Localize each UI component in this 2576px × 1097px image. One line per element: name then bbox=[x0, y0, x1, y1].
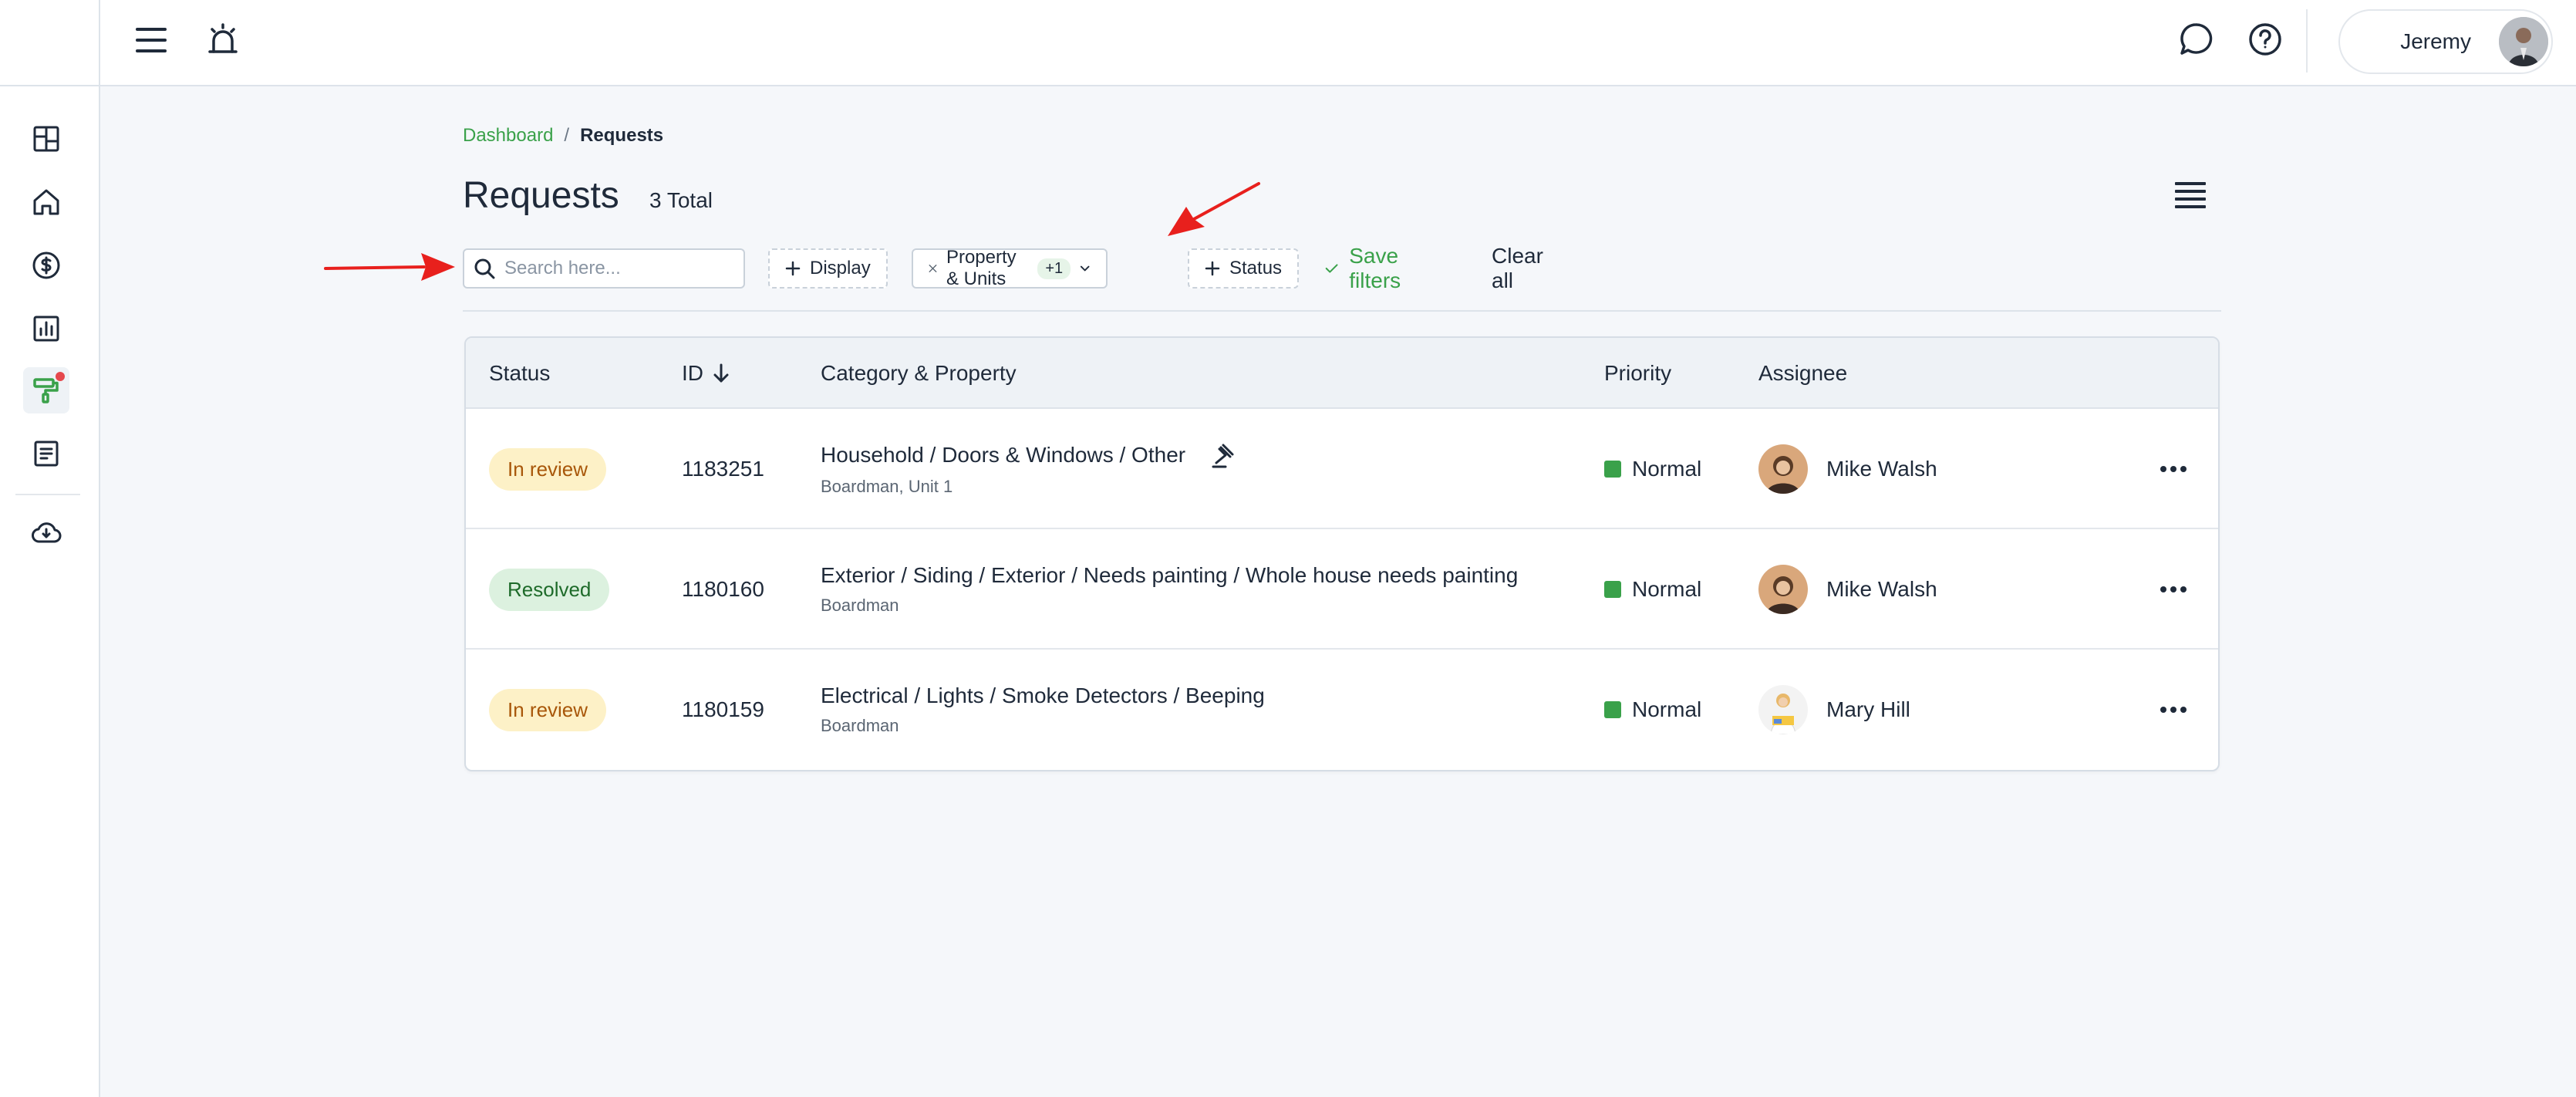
user-menu[interactable]: Jeremy bbox=[2338, 9, 2553, 74]
display-filter-label: Display bbox=[810, 258, 871, 278]
top-bar: Jeremy bbox=[0, 0, 2576, 86]
close-icon[interactable] bbox=[929, 262, 937, 275]
priority-indicator bbox=[1604, 461, 1621, 478]
property-units-label: Property & Units bbox=[946, 247, 1017, 289]
request-id: 1183251 bbox=[682, 457, 764, 481]
clear-all-button[interactable]: Clear all bbox=[1492, 244, 1543, 292]
plus-icon bbox=[1205, 261, 1220, 276]
logo-cell bbox=[0, 0, 100, 86]
assignee-avatar bbox=[1758, 685, 1808, 734]
priority-label: Normal bbox=[1632, 577, 1702, 601]
request-id: 1180159 bbox=[682, 697, 764, 721]
request-category[interactable]: Exterior / Siding / Exterior / Needs pai… bbox=[821, 563, 1518, 588]
chevron-down-icon[interactable] bbox=[1080, 263, 1090, 274]
requests-table: Status ID Category & Property Priority A… bbox=[464, 336, 2220, 771]
request-property: Boardman bbox=[821, 716, 899, 735]
priority-indicator bbox=[1604, 701, 1621, 718]
table-header: Status ID Category & Property Priority A… bbox=[466, 338, 2218, 409]
assignee-name: Mike Walsh bbox=[1826, 577, 1937, 601]
breadcrumb-separator: / bbox=[564, 125, 570, 146]
table-row[interactable]: In review 1183251 Household / Doors & Wi… bbox=[466, 409, 2218, 529]
question-circle-icon[interactable] bbox=[2246, 20, 2284, 59]
assignee-name: Mary Hill bbox=[1826, 697, 1910, 721]
status-badge: Resolved bbox=[489, 568, 610, 611]
save-filters-label: Save filters bbox=[1349, 244, 1401, 292]
chat-bubble-icon[interactable] bbox=[2176, 20, 2215, 59]
breadcrumb-current: Requests bbox=[580, 125, 664, 146]
search-box[interactable] bbox=[463, 248, 745, 289]
column-header-category[interactable]: Category & Property bbox=[821, 338, 1017, 409]
column-header-status[interactable]: Status bbox=[489, 338, 550, 409]
home-icon bbox=[33, 189, 59, 215]
assignee-avatar bbox=[1758, 444, 1808, 494]
sidebar bbox=[0, 86, 100, 1097]
sidebar-item-downloads[interactable] bbox=[23, 509, 69, 555]
document-icon bbox=[34, 440, 59, 467]
column-header-id[interactable]: ID bbox=[682, 338, 730, 409]
request-id: 1180160 bbox=[682, 577, 764, 601]
sidebar-item-reports[interactable] bbox=[23, 305, 69, 352]
save-filters-button[interactable]: Save filters bbox=[1325, 244, 1411, 292]
page-title: Requests bbox=[463, 175, 619, 216]
request-property: Boardman, Unit 1 bbox=[821, 477, 953, 496]
breadcrumb-dashboard-link[interactable]: Dashboard bbox=[463, 125, 553, 147]
hamburger-menu-icon[interactable] bbox=[133, 22, 170, 59]
dashboard-grid-icon bbox=[33, 126, 59, 152]
column-header-assignee[interactable]: Assignee bbox=[1758, 338, 1847, 409]
status-filter-button[interactable]: Status bbox=[1188, 248, 1300, 289]
user-avatar bbox=[2499, 17, 2548, 66]
dollar-circle-icon bbox=[32, 251, 60, 279]
priority-indicator bbox=[1604, 581, 1621, 598]
display-filter-button[interactable]: Display bbox=[768, 248, 888, 289]
sidebar-item-properties[interactable] bbox=[23, 179, 69, 225]
table-row[interactable]: In review 1180159 Electrical / Lights / … bbox=[466, 650, 2218, 770]
row-more-actions-icon[interactable] bbox=[2160, 409, 2187, 529]
annotation-arrow-property-filter bbox=[1168, 182, 1260, 236]
assignee-name: Mike Walsh bbox=[1826, 457, 1937, 481]
filter-divider bbox=[463, 310, 2221, 312]
emergency-alarm-icon[interactable] bbox=[204, 20, 242, 59]
list-view-icon[interactable] bbox=[2175, 181, 2206, 212]
assignee-avatar bbox=[1758, 565, 1808, 614]
notification-dot bbox=[56, 372, 65, 381]
cloud-download-icon bbox=[32, 522, 62, 543]
total-count: 3 Total bbox=[649, 188, 713, 212]
status-badge: In review bbox=[489, 688, 607, 731]
plus-icon bbox=[785, 261, 801, 276]
column-header-priority[interactable]: Priority bbox=[1604, 338, 1671, 409]
user-name: Jeremy bbox=[2400, 29, 2471, 53]
priority-label: Normal bbox=[1632, 697, 1702, 721]
status-filter-label: Status bbox=[1229, 258, 1283, 278]
status-badge: In review bbox=[489, 447, 607, 491]
row-more-actions-icon[interactable] bbox=[2160, 650, 2187, 770]
sidebar-item-documents[interactable] bbox=[23, 430, 69, 477]
sort-arrow-down-icon bbox=[713, 363, 729, 383]
sidebar-item-accounting[interactable] bbox=[23, 242, 69, 289]
request-category[interactable]: Electrical / Lights / Smoke Detectors / … bbox=[821, 684, 1265, 708]
priority-label: Normal bbox=[1632, 457, 1702, 481]
property-units-count-badge: +1 bbox=[1037, 258, 1071, 279]
bar-chart-icon bbox=[33, 316, 59, 342]
request-category[interactable]: Household / Doors & Windows / Other bbox=[821, 443, 1185, 467]
annotation-arrow-search bbox=[324, 253, 455, 281]
checkmark-icon bbox=[1325, 264, 1338, 273]
gavel-icon bbox=[1212, 444, 1234, 468]
request-property: Boardman bbox=[821, 596, 899, 615]
table-row[interactable]: Resolved 1180160 Exterior / Siding / Ext… bbox=[466, 529, 2218, 650]
search-input[interactable] bbox=[504, 258, 728, 279]
sidebar-item-dashboard[interactable] bbox=[23, 116, 69, 162]
header-separator bbox=[2306, 9, 2308, 73]
search-icon bbox=[474, 258, 495, 279]
property-units-filter[interactable]: Property & Units +1 bbox=[912, 247, 1108, 289]
row-more-actions-icon[interactable] bbox=[2160, 529, 2187, 650]
breadcrumb: Dashboard / Requests bbox=[463, 125, 663, 147]
sidebar-separator bbox=[15, 494, 80, 495]
sidebar-item-maintenance[interactable] bbox=[23, 367, 69, 413]
